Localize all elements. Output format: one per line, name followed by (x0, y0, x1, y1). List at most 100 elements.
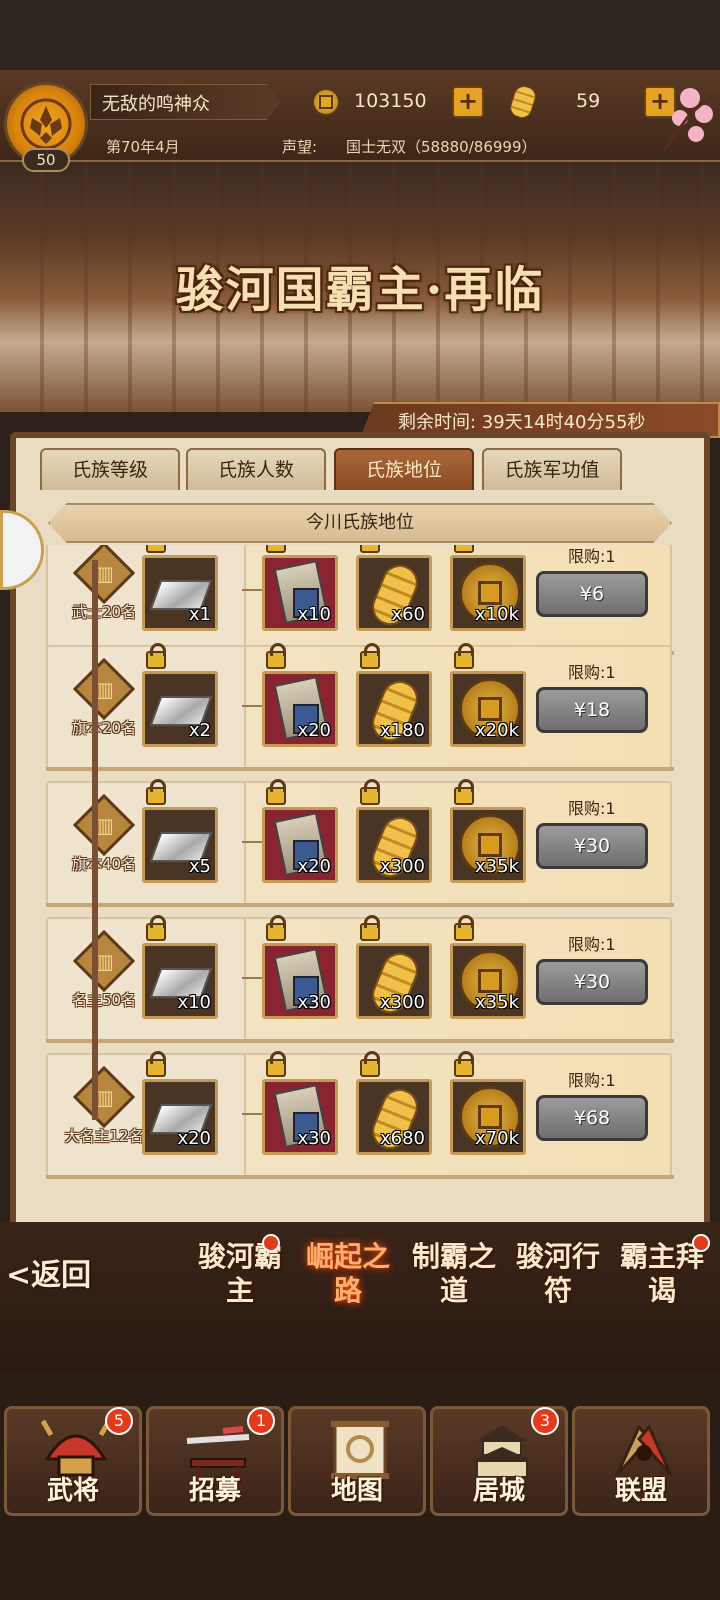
reward-item[interactable]: x300 (356, 807, 432, 883)
item-count: x30 (297, 992, 331, 1013)
clan-crest-icon (20, 98, 72, 150)
back-button[interactable]: <返回 (6, 1250, 114, 1302)
reward-item[interactable]: x10 (262, 555, 338, 631)
status-bar (0, 0, 720, 70)
rank-marker: ▥ 旗本20名 (54, 657, 154, 755)
reward-item[interactable]: x1 (142, 555, 218, 631)
subnav-junhe-overlord[interactable]: 骏河霸主 (190, 1240, 290, 1330)
reward-row: ▥ 旗本20名 x2 x20 x180 x20k 限购:1 ¥18 (46, 643, 674, 771)
item-count: x5 (188, 856, 211, 877)
item-count: x180 (379, 720, 425, 741)
reward-item[interactable]: x60 (356, 555, 432, 631)
badge-count: 3 (531, 1407, 559, 1435)
copper-coin-icon (312, 88, 340, 116)
reward-row: ▥ 武士20名 x1 x10 x60 x10k 限购:1 ¥6 (46, 545, 674, 655)
subnav-label: 崛起之路 (305, 1240, 390, 1307)
reputation-value: 国士无双（58880/86999） (346, 138, 537, 156)
reward-item[interactable]: x70k (450, 1079, 526, 1155)
reward-item[interactable]: x2 (142, 671, 218, 747)
subnav-overlord-audience[interactable]: 霸主拜谒 (612, 1240, 712, 1330)
row-edge (46, 1175, 674, 1179)
subnav-rise-road[interactable]: 崛起之路 (298, 1240, 398, 1330)
add-coins-button[interactable]: + (452, 86, 484, 118)
rank-track (92, 560, 98, 1120)
nav-castle[interactable]: 居城 3 (430, 1406, 568, 1516)
row-connector (242, 1113, 262, 1115)
buy-button[interactable]: ¥6 (536, 571, 648, 617)
nav-label: 联盟 (614, 1476, 667, 1506)
reward-item[interactable]: x300 (356, 943, 432, 1019)
tab-clan-status[interactable]: 氏族地位 (334, 448, 474, 490)
nav-label: 招募 (188, 1476, 241, 1506)
item-count: x10 (177, 992, 211, 1013)
reward-item[interactable]: x20 (142, 1079, 218, 1155)
reward-item[interactable]: x5 (142, 807, 218, 883)
reward-item[interactable]: x35k (450, 943, 526, 1019)
reward-item[interactable]: x20 (262, 807, 338, 883)
purchase-limit: 限购:1 (568, 799, 616, 818)
countdown-text: 剩余时间: 39天14时40分55秒 (398, 412, 646, 433)
lock-icon (266, 1051, 286, 1077)
reward-item[interactable]: x20 (262, 671, 338, 747)
tab-clan-members[interactable]: 氏族人数 (186, 448, 326, 490)
reputation-label: 声望: (282, 138, 318, 156)
reward-row: ▥ 旗本40名 x5 x20 x300 x35k 限购:1 ¥30 (46, 779, 674, 907)
reward-item[interactable]: x20k (450, 671, 526, 747)
reward-list[interactable]: ▥ 武士20名 x1 x10 x60 x10k 限购:1 ¥6 ▥ 旗本20名 x2 x20 x180 x… (40, 545, 680, 1215)
buy-button[interactable]: ¥30 (536, 823, 648, 869)
subnav-junhe-pass[interactable]: 骏河行符 (508, 1240, 608, 1330)
reward-item[interactable]: x180 (356, 671, 432, 747)
player-level-badge: 50 (22, 148, 70, 172)
badge-count: 5 (105, 1407, 133, 1435)
row-connector (242, 977, 262, 979)
nav-map[interactable]: 地图 (288, 1406, 426, 1516)
purchase-limit: 限购:1 (568, 935, 616, 954)
item-count: x2 (188, 720, 211, 741)
item-count: x300 (379, 856, 425, 877)
purchase-limit: 限购:1 (568, 547, 616, 566)
rank-label: 大名主12名 (64, 1127, 144, 1145)
item-count: x680 (379, 1128, 425, 1149)
row-edge (46, 1039, 674, 1043)
lock-icon (146, 1051, 166, 1077)
buy-button[interactable]: ¥30 (536, 959, 648, 1005)
nav-recruit[interactable]: 招募 1 (146, 1406, 284, 1516)
item-count: x10 (297, 604, 331, 625)
reward-item[interactable]: x30 (262, 1079, 338, 1155)
cherry-blossom-icon (662, 88, 715, 151)
item-count: x60 (391, 604, 425, 625)
buy-button[interactable]: ¥68 (536, 1095, 648, 1141)
lock-icon (454, 545, 474, 553)
reward-item[interactable]: x680 (356, 1079, 432, 1155)
reward-item[interactable]: x30 (262, 943, 338, 1019)
item-count: x35k (475, 856, 519, 877)
reward-row: ▥ 大名主12名 x20 x30 x680 x70k 限购:1 ¥68 (46, 1051, 674, 1179)
lock-icon (266, 545, 286, 553)
rank-marker: ▥ 武士20名 (54, 545, 154, 639)
lock-icon (360, 915, 380, 941)
rank-label: 旗本20名 (71, 719, 137, 737)
reward-item[interactable]: x10k (450, 555, 526, 631)
reward-item[interactable]: x35k (450, 807, 526, 883)
reward-row: ▥ 名主50名 x10 x30 x300 x35k 限购:1 ¥30 (46, 915, 674, 1043)
nav-alliance[interactable]: 联盟 (572, 1406, 710, 1516)
nav-generals[interactable]: 武将 5 (4, 1406, 142, 1516)
subnav-dominance-way[interactable]: 制霸之道 (404, 1240, 504, 1330)
purchase-limit: 限购:1 (568, 1071, 616, 1090)
item-count: x1 (188, 604, 211, 625)
item-count: x20 (177, 1128, 211, 1149)
buy-button[interactable]: ¥18 (536, 687, 648, 733)
tab-clan-level[interactable]: 氏族等级 (40, 448, 180, 490)
lock-icon (454, 1051, 474, 1077)
comb-crest-icon: ▥ (72, 1065, 136, 1129)
reward-item[interactable]: x10 (142, 943, 218, 1019)
nav-label: 武将 (46, 1476, 99, 1506)
notification-dot (262, 1234, 280, 1252)
rank-label: 名主50名 (71, 991, 137, 1009)
lock-icon (266, 779, 286, 805)
item-count: x10k (475, 604, 519, 625)
tab-clan-merit[interactable]: 氏族军功值 (482, 448, 622, 490)
event-title: 骏河国霸主·再临 (175, 262, 545, 318)
gold-amount: 59 (576, 90, 601, 112)
rank-marker: ▥ 名主50名 (54, 929, 154, 1027)
